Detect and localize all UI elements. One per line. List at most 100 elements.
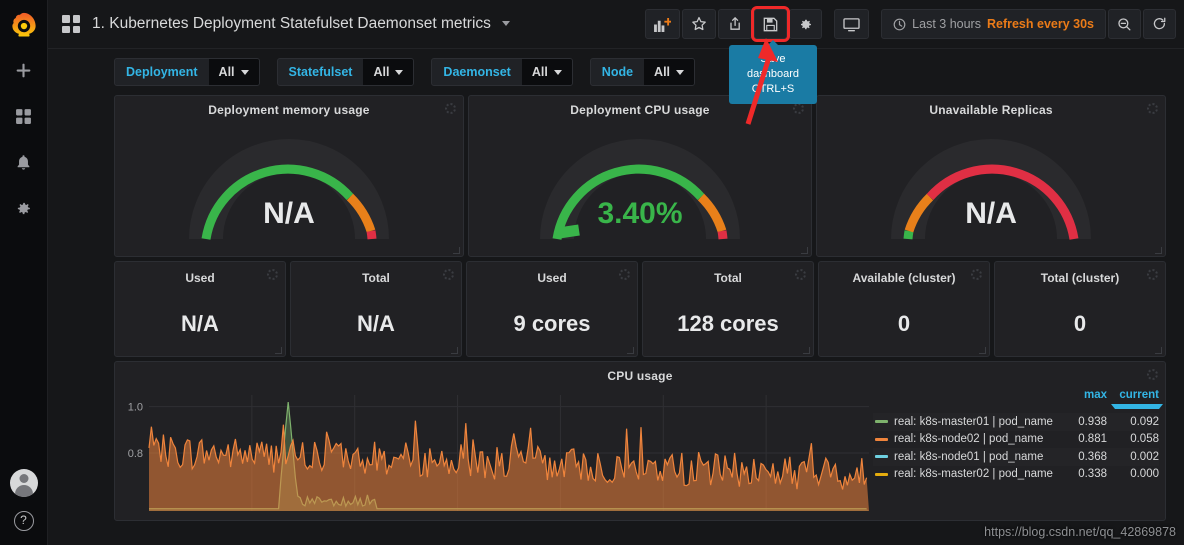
legend-header: max current	[873, 389, 1163, 413]
loading-spinner-icon	[619, 269, 630, 280]
tooltip-line-2: CTRL+S	[751, 83, 795, 95]
share-button[interactable]	[718, 9, 753, 39]
graph-body: 1.0 0.8 max current real: k8s-master01 | …	[115, 383, 1165, 511]
stat-value: 9 cores	[513, 311, 591, 336]
resize-handle[interactable]	[275, 347, 282, 354]
sidebar: ?	[0, 0, 48, 545]
sidebar-item-configuration[interactable]	[4, 188, 44, 228]
legend-series-name: real: k8s-master02 | pod_name	[894, 468, 1053, 481]
gauge-row: Deployment memory usage N/A Deployment C…	[114, 95, 1166, 257]
panel-title: Used	[537, 271, 567, 285]
panel-title: CPU usage	[607, 369, 673, 383]
variable-daemonset-label: Daemonset	[443, 65, 511, 79]
settings-button[interactable]	[789, 9, 823, 39]
loading-spinner-icon	[1146, 103, 1158, 114]
variable-node-value[interactable]: All	[644, 59, 695, 85]
legend-item[interactable]: real: k8s-node01 | pod_name 0.368 0.002	[873, 448, 1159, 466]
variable-daemonset-value[interactable]: All	[521, 59, 572, 85]
refresh-button[interactable]	[1143, 9, 1176, 39]
variable-deployment-label: Deployment	[126, 65, 198, 79]
variable-deployment-value[interactable]: All	[208, 59, 259, 85]
chevron-down-icon	[240, 69, 249, 75]
graph-row: CPU usage 1.0 0.8 max current real: k8s-…	[114, 361, 1166, 521]
panel-deployment-memory-usage[interactable]: Deployment memory usage N/A	[114, 95, 464, 257]
legend-current-value: 0.092	[1130, 415, 1159, 428]
panel-title: Deployment memory usage	[208, 103, 370, 117]
watermark: https://blog.csdn.net/qq_42869878	[984, 525, 1176, 539]
zoom-out-button[interactable]	[1108, 9, 1141, 39]
panel-unavailable-replicas[interactable]: Unavailable Replicas N/A	[816, 95, 1166, 257]
chevron-down-icon	[553, 69, 562, 75]
gauge-value: 3.40%	[597, 197, 683, 230]
legend-item[interactable]: real: k8s-node02 | pod_name 0.881 0.058	[873, 431, 1159, 449]
panel-cpu-usage-graph[interactable]: CPU usage 1.0 0.8 max current real: k8s-…	[114, 361, 1166, 521]
loading-spinner-icon	[443, 269, 454, 280]
grafana-logo[interactable]	[6, 8, 42, 44]
panel-deployment-cpu-usage[interactable]: Deployment CPU usage 3.40%	[467, 95, 813, 257]
variable-deployment[interactable]: Deployment All	[114, 58, 260, 86]
legend-col-current[interactable]: current	[1107, 389, 1163, 413]
variable-statefulset[interactable]: Statefulset All	[276, 58, 415, 86]
resize-handle[interactable]	[803, 347, 810, 354]
resize-handle[interactable]	[1154, 247, 1162, 254]
gauge-deployment-memory: N/A	[115, 117, 463, 247]
stat-row: Used N/A Total N/A Used 9 cores Total 12…	[114, 261, 1166, 357]
sidebar-item-create[interactable]	[4, 50, 44, 90]
legend-max-value: 0.938	[1078, 415, 1107, 428]
variable-node-value-text: All	[654, 65, 671, 79]
resize-handle[interactable]	[452, 247, 460, 254]
graph-svg: 1.0 0.8	[128, 395, 869, 511]
page-title[interactable]: 1. Kubernetes Deployment Statefulset Dae…	[92, 15, 511, 33]
chevron-down-icon	[676, 69, 685, 75]
variable-node[interactable]: Node All	[589, 58, 696, 86]
loading-spinner-icon	[793, 103, 805, 114]
gauge-deployment-cpu: 3.40%	[469, 117, 811, 247]
variable-daemonset-value-text: All	[531, 65, 548, 79]
sidebar-item-dashboards[interactable]	[4, 96, 44, 136]
legend-col-max[interactable]: max	[1055, 389, 1107, 413]
star-button[interactable]	[682, 9, 717, 39]
clock-icon	[893, 18, 906, 30]
stat-value: N/A	[357, 311, 395, 336]
add-panel-button[interactable]	[645, 9, 681, 39]
dashboards-grid-icon[interactable]	[62, 15, 80, 33]
resize-handle[interactable]	[979, 347, 986, 354]
save-button[interactable]	[751, 6, 791, 42]
resize-handle[interactable]	[451, 347, 458, 354]
panel-total-memory[interactable]: Total N/A	[290, 261, 462, 357]
panel-title: Total (cluster)	[1040, 271, 1120, 285]
panel-used-memory[interactable]: Used N/A	[114, 261, 286, 357]
legend-item[interactable]: real: k8s-master01 | pod_name 0.938 0.092	[873, 413, 1159, 431]
legend-color-swatch	[875, 437, 888, 441]
panel-total-cluster[interactable]: Total (cluster) 0	[994, 261, 1166, 357]
graph-plot-area[interactable]: 1.0 0.8	[115, 383, 869, 511]
panel-available-cluster[interactable]: Available (cluster) 0	[818, 261, 990, 357]
legend-color-swatch	[875, 455, 888, 459]
chevron-down-icon	[502, 21, 511, 27]
avatar[interactable]	[9, 469, 38, 497]
legend-max-value: 0.368	[1078, 450, 1107, 463]
stat-value: 0	[1073, 311, 1087, 336]
help-icon[interactable]: ?	[13, 511, 34, 531]
legend-item[interactable]: real: k8s-master02 | pod_name 0.338 0.000	[873, 466, 1159, 484]
panel-title: Used	[185, 271, 215, 285]
legend-current-value: 0.002	[1130, 450, 1159, 463]
legend-max-value: 0.881	[1078, 433, 1107, 446]
kiosk-button[interactable]	[834, 9, 870, 39]
variable-deployment-value-text: All	[218, 65, 235, 79]
panel-total-cpu[interactable]: Total 128 cores	[642, 261, 814, 357]
resize-handle[interactable]	[801, 247, 809, 254]
resize-handle[interactable]	[1155, 347, 1162, 354]
legend-current-value: 0.058	[1130, 433, 1159, 446]
resize-handle[interactable]	[627, 347, 634, 354]
sidebar-item-alerting[interactable]	[4, 142, 44, 182]
variable-statefulset-value[interactable]: All	[363, 59, 414, 85]
panel-used-cpu[interactable]: Used 9 cores	[466, 261, 638, 357]
template-variables-bar: Deployment All Statefulset All Daemonset…	[48, 49, 1184, 95]
time-range-picker[interactable]: Last 3 hours Refresh every 30s	[881, 9, 1106, 39]
stat-value: N/A	[181, 311, 219, 336]
variable-daemonset[interactable]: Daemonset All	[431, 58, 573, 86]
chevron-down-icon	[1111, 404, 1163, 410]
loading-spinner-icon	[267, 269, 278, 280]
panel-title: Available (cluster)	[852, 271, 956, 285]
